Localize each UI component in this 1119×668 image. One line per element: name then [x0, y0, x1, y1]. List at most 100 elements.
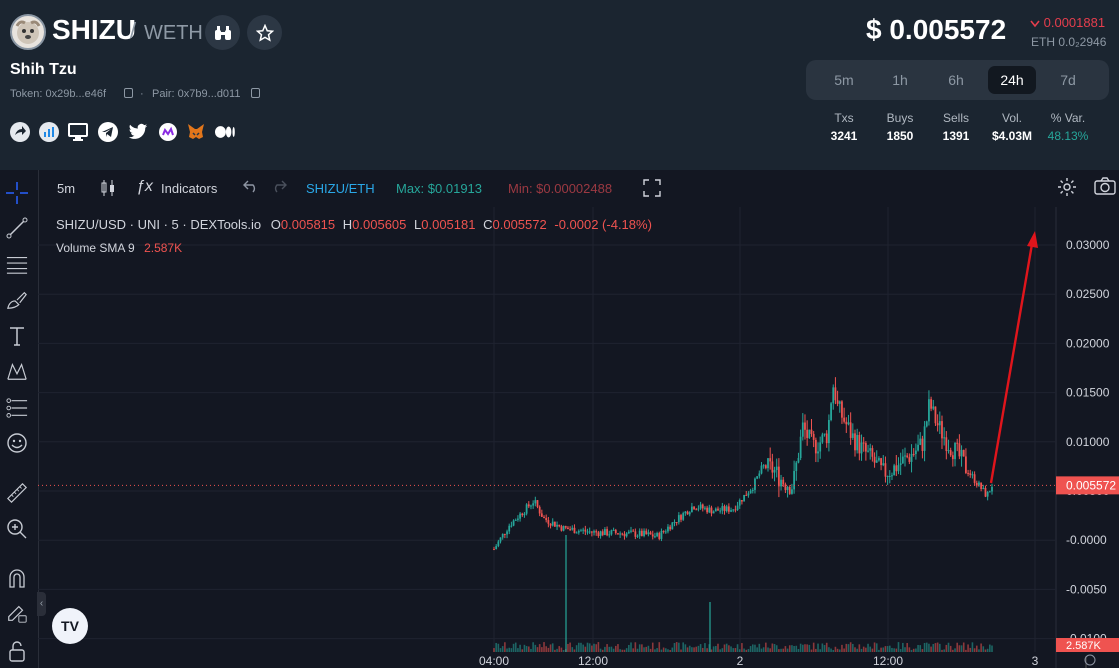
candle-body: [830, 403, 832, 421]
price-tick-label: 0.03000: [1066, 238, 1110, 252]
candle-body: [743, 494, 745, 502]
candle-body: [736, 505, 739, 510]
volume-bar: [697, 645, 700, 652]
candle-body: [845, 421, 848, 425]
volume-bar: [501, 646, 504, 652]
volume-bar: [791, 645, 793, 652]
candle-body: [849, 422, 852, 438]
volume-bar: [971, 642, 974, 652]
volume-bar: [673, 643, 676, 652]
candle-body: [536, 500, 539, 507]
volume-bar: [784, 646, 787, 652]
volume-bar: [884, 646, 887, 652]
candle-body: [730, 510, 732, 512]
candle-body: [791, 489, 793, 494]
volume-bar: [986, 648, 989, 652]
volume-bar: [815, 648, 817, 652]
volume-bar: [645, 646, 648, 652]
volume-bar: [893, 648, 895, 652]
candle-body: [738, 500, 741, 506]
last-price-line: 0.005572 2.587K: [38, 476, 1119, 652]
volume-bar: [817, 643, 819, 652]
candle-body: [754, 478, 756, 490]
candle-body: [499, 537, 502, 542]
candle-body: [517, 518, 519, 520]
candle-body: [673, 521, 676, 523]
candle-body: [627, 531, 630, 534]
volume-bar: [854, 647, 856, 652]
volume-bar: [732, 648, 735, 652]
candle-body: [864, 443, 867, 452]
candle-body: [760, 465, 763, 474]
candle-body: [817, 451, 819, 454]
candle-body: [540, 513, 543, 517]
volume-legend-value: 2.587K: [144, 241, 183, 255]
volume-bar: [571, 647, 574, 652]
volume-bar: [952, 649, 954, 652]
candle-body: [704, 507, 706, 509]
candle-body: [584, 529, 587, 532]
candle-body: [986, 492, 989, 497]
volume-bar: [838, 649, 841, 652]
candle-body: [545, 517, 548, 521]
volume-bar: [969, 647, 972, 652]
volume-bar: [636, 648, 639, 652]
candle-body: [819, 442, 822, 452]
volume-bar: [886, 646, 889, 652]
volume-bar: [756, 647, 758, 652]
candle-body: [954, 442, 956, 460]
candle-body: [640, 530, 643, 536]
arrow-shaft: [989, 243, 1034, 484]
collapse-toolbar-button[interactable]: ‹: [37, 592, 46, 616]
volume-bar: [512, 643, 515, 652]
volume-bar: [989, 644, 991, 652]
candle-body: [749, 490, 752, 494]
volume-bar: [523, 644, 526, 652]
candle-body: [797, 458, 800, 463]
volume-bar: [917, 644, 919, 652]
candle-body: [945, 437, 948, 452]
volume-bar: [567, 643, 569, 652]
candle-body: [780, 479, 782, 487]
volume-bar: [786, 648, 789, 652]
volume-bar: [808, 644, 811, 652]
candle-body: [514, 519, 517, 521]
chart-legend: SHIZU/USD · UNI · 5 · DEXTools.io O0.005…: [56, 217, 652, 232]
volume-bar: [610, 646, 613, 652]
candle-body: [660, 530, 663, 539]
volume-bar: [771, 643, 774, 652]
candle-body: [871, 448, 874, 457]
candle-body: [860, 442, 863, 454]
volume-bar: [628, 644, 630, 652]
time-tick-label: 12:00: [578, 654, 608, 668]
candle-body: [597, 532, 600, 537]
last-price-label: 0.005572: [1066, 478, 1116, 492]
volume-bar: [578, 642, 580, 652]
candle-body: [714, 508, 717, 512]
volume-bar: [915, 648, 917, 652]
candle-body: [695, 509, 698, 511]
candle-body: [560, 526, 563, 531]
price-chart[interactable]: 0.03000 0.02500 0.02000 0.01500 0.01000 0.005…: [0, 0, 1119, 668]
volume-bar: [897, 642, 900, 652]
volume-bar: [749, 646, 752, 652]
volume-bar: [843, 648, 845, 652]
volume-bar: [712, 646, 715, 652]
volume-bar: [782, 648, 785, 652]
volume-bar: [965, 649, 967, 652]
volume-bars: [493, 535, 993, 652]
volume-bar: [932, 643, 935, 652]
candle-body: [697, 508, 700, 510]
candle-body: [732, 509, 735, 511]
volume-bar: [895, 648, 898, 652]
candle-body: [858, 434, 861, 454]
volume-bar: [556, 648, 558, 652]
candle-body: [582, 529, 585, 531]
candle-body: [604, 529, 606, 535]
tradingview-logo[interactable]: TV: [52, 608, 88, 644]
candle-body: [610, 530, 613, 535]
candle-body: [586, 531, 589, 533]
volume-bar: [678, 642, 680, 652]
candle-body: [651, 534, 654, 537]
volume-bar: [836, 648, 839, 652]
